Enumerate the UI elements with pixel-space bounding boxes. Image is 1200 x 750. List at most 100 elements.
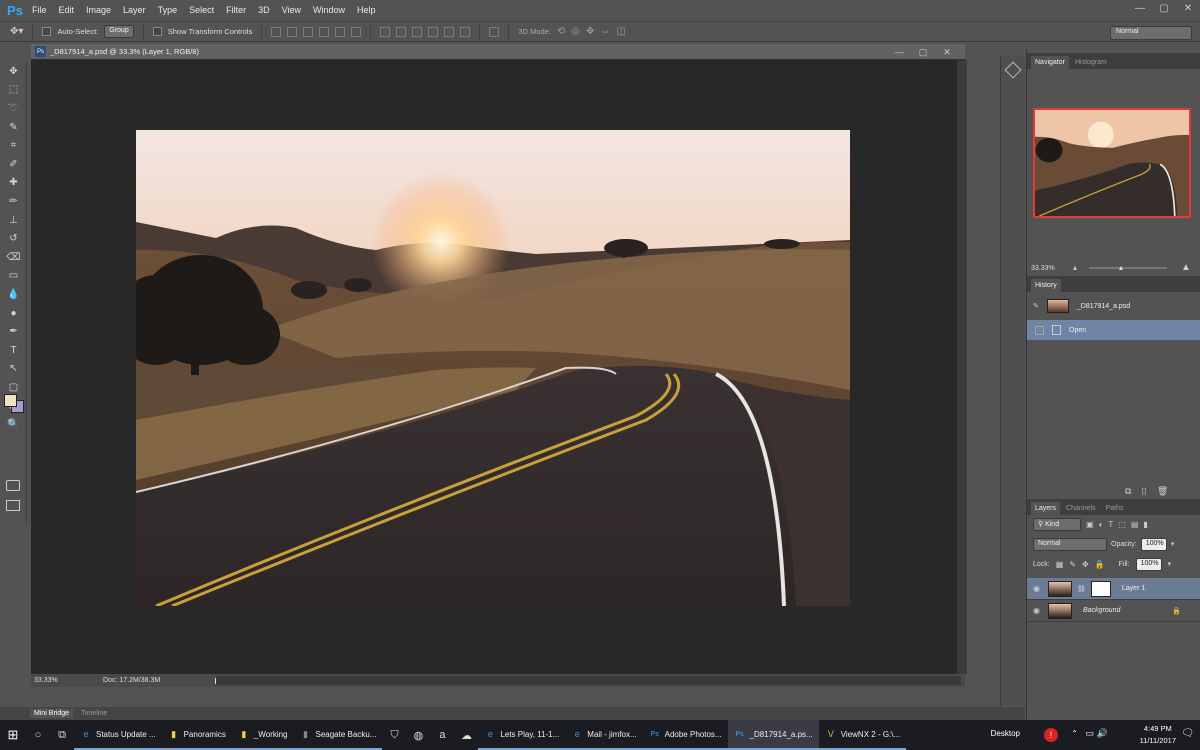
move-tool-preset-icon[interactable]: ✥▾ — [10, 26, 23, 37]
delete-state-icon[interactable]: 🗑 — [1157, 486, 1168, 497]
tab-layers[interactable]: Layers — [1031, 502, 1061, 515]
layer-row-layer-1[interactable]: ◉ ⛓ Layer 1 — [1027, 578, 1200, 600]
stamp-icon[interactable]: ⊥ — [0, 211, 27, 230]
menu-window[interactable]: Window — [307, 0, 351, 20]
navigator-zoom-value[interactable]: 33.33% — [1031, 265, 1055, 272]
align-right-icon[interactable] — [351, 26, 362, 37]
tab-history[interactable]: History — [1031, 279, 1061, 292]
opacity-dropdown-icon[interactable]: ▾ — [1171, 540, 1175, 548]
tab-histogram[interactable]: Histogram — [1071, 56, 1111, 69]
fill-input[interactable]: 100% — [1135, 557, 1162, 571]
3d-pan-icon[interactable]: ✥ — [586, 26, 594, 37]
menu-view[interactable]: View — [276, 0, 307, 20]
filter-toggle-icon[interactable]: ▮ — [1143, 520, 1147, 529]
align-vcenter-icon[interactable] — [287, 26, 298, 37]
opacity-input[interactable]: 100% — [1140, 537, 1167, 551]
document-photo[interactable] — [136, 130, 850, 606]
lasso-icon[interactable]: ➰ — [0, 99, 27, 118]
menu-filter[interactable]: Filter — [220, 0, 252, 20]
vertical-scrollbar[interactable] — [957, 60, 967, 674]
dodge-icon[interactable]: ● — [0, 304, 27, 323]
status-zoom[interactable]: 33.33% — [31, 677, 59, 684]
auto-select-dropdown[interactable]: Group — [104, 25, 134, 38]
distribute-vcenter-icon[interactable] — [396, 26, 407, 37]
lock-all-icon[interactable]: 🔒 — [1095, 560, 1105, 569]
action-center-icon[interactable]: 🗨 — [1181, 728, 1194, 739]
document-minimize-button[interactable]: — — [891, 44, 907, 60]
windows-start-icon[interactable]: ⊞ — [0, 720, 26, 750]
align-left-icon[interactable] — [319, 26, 330, 37]
tab-channels[interactable]: Channels — [1062, 502, 1100, 515]
volume-icon[interactable]: 🔊 — [1097, 728, 1108, 739]
align-top-icon[interactable] — [271, 26, 282, 37]
store-icon[interactable]: ⛉ — [382, 720, 406, 750]
menu-edit[interactable]: Edit — [53, 0, 81, 20]
blur-icon[interactable]: 💧 — [0, 285, 27, 304]
filter-pixel-icon[interactable]: ▣ — [1086, 520, 1094, 529]
document-close-button[interactable]: ✕ — [939, 44, 955, 60]
healing-icon[interactable]: ✚ — [0, 174, 27, 193]
eraser-icon[interactable]: ⌫ — [0, 248, 27, 267]
menu-3d[interactable]: 3D — [252, 0, 276, 20]
close-button[interactable]: ✕ — [1176, 0, 1200, 16]
amazon-icon[interactable]: a — [430, 720, 454, 750]
filter-adjustment-icon[interactable]: ◐ — [1099, 520, 1104, 529]
marquee-icon[interactable]: ⬚ — [0, 81, 27, 100]
tab-timeline[interactable]: Timeline — [77, 709, 111, 718]
3d-rotate-icon[interactable]: ⟲ — [557, 26, 565, 37]
mask-link-icon[interactable]: ⛓ — [1077, 585, 1086, 593]
path-select-icon[interactable]: ↖ — [0, 360, 27, 379]
3d-scale-icon[interactable]: ◫ — [616, 26, 625, 37]
notification-alert-icon[interactable]: ! — [1044, 728, 1058, 742]
tab-mini-bridge[interactable]: Mini Bridge — [30, 709, 74, 718]
pen-icon[interactable]: ✒ — [0, 322, 27, 341]
taskbar-app-working[interactable]: ▮ _Working — [231, 720, 294, 750]
transform-controls-checkbox[interactable] — [152, 27, 162, 36]
distribute-right-icon[interactable] — [460, 26, 471, 37]
filter-smart-object-icon[interactable]: ▤ — [1131, 520, 1139, 529]
desktop-toolbar-label[interactable]: Desktop — [991, 729, 1020, 738]
tab-navigator[interactable]: Navigator — [1031, 56, 1069, 69]
taskbar-app-photoshop[interactable]: Ps Adobe Photos... — [642, 720, 728, 750]
taskbar-app-lets-play[interactable]: e Lets Play, 11-1... — [478, 720, 566, 750]
3d-slide-icon[interactable]: ⇔ — [600, 26, 610, 37]
maximize-button[interactable]: ▢ — [1152, 0, 1176, 16]
align-hcenter-icon[interactable] — [335, 26, 346, 37]
horizontal-scrollbar[interactable] — [216, 676, 961, 685]
cortana-icon[interactable]: ○ — [26, 720, 50, 750]
3d-panel-icon[interactable] — [1004, 61, 1022, 79]
taskbar-app-seagate[interactable]: ▮ Seagate Backu... — [293, 720, 383, 750]
zoom-icon[interactable]: 🔍 — [0, 415, 27, 434]
fill-dropdown-icon[interactable]: ▾ — [1168, 560, 1172, 568]
distribute-left-icon[interactable] — [428, 26, 439, 37]
menu-image[interactable]: Image — [80, 0, 117, 20]
taskbar-app-document[interactable]: Ps _D817914_a.ps... — [727, 720, 819, 750]
tab-paths[interactable]: Paths — [1102, 502, 1128, 515]
menu-file[interactable]: File — [26, 0, 53, 20]
chrome-icon[interactable]: ◍ — [406, 720, 430, 750]
quick-mask-icon[interactable] — [6, 480, 20, 491]
blend-mode-dropdown[interactable]: Normal — [1033, 537, 1107, 551]
visibility-eye-icon[interactable]: ◉ — [1033, 606, 1043, 615]
menu-select[interactable]: Select — [183, 0, 220, 20]
distribute-top-icon[interactable] — [380, 26, 391, 37]
quick-select-icon[interactable]: ✎ — [0, 118, 27, 137]
filter-shape-icon[interactable]: ⬚ — [1118, 520, 1126, 529]
distribute-bottom-icon[interactable] — [412, 26, 423, 37]
3d-roll-icon[interactable]: ◎ — [571, 26, 580, 37]
foreground-color-swatch[interactable] — [4, 394, 17, 407]
move-icon[interactable]: ✥ — [0, 62, 27, 81]
lock-image-icon[interactable]: ✎ — [1069, 560, 1076, 569]
align-bottom-icon[interactable] — [303, 26, 314, 37]
layer-mask-thumbnail[interactable] — [1090, 580, 1111, 597]
eyedropper-icon[interactable]: ✐ — [0, 155, 27, 174]
lock-transparent-icon[interactable]: ▦ — [1056, 560, 1064, 569]
type-icon[interactable]: T — [0, 341, 27, 360]
history-source-checkbox[interactable] — [1035, 325, 1044, 335]
zoom-out-icon[interactable]: ▴ — [1073, 263, 1077, 272]
new-document-from-state-icon[interactable]: ⧉ — [1125, 486, 1131, 497]
zoom-in-icon[interactable]: ▲ — [1181, 262, 1191, 273]
menu-type[interactable]: Type — [152, 0, 184, 20]
lock-position-icon[interactable]: ✥ — [1082, 560, 1089, 569]
crop-icon[interactable]: ⌗ — [0, 136, 27, 155]
